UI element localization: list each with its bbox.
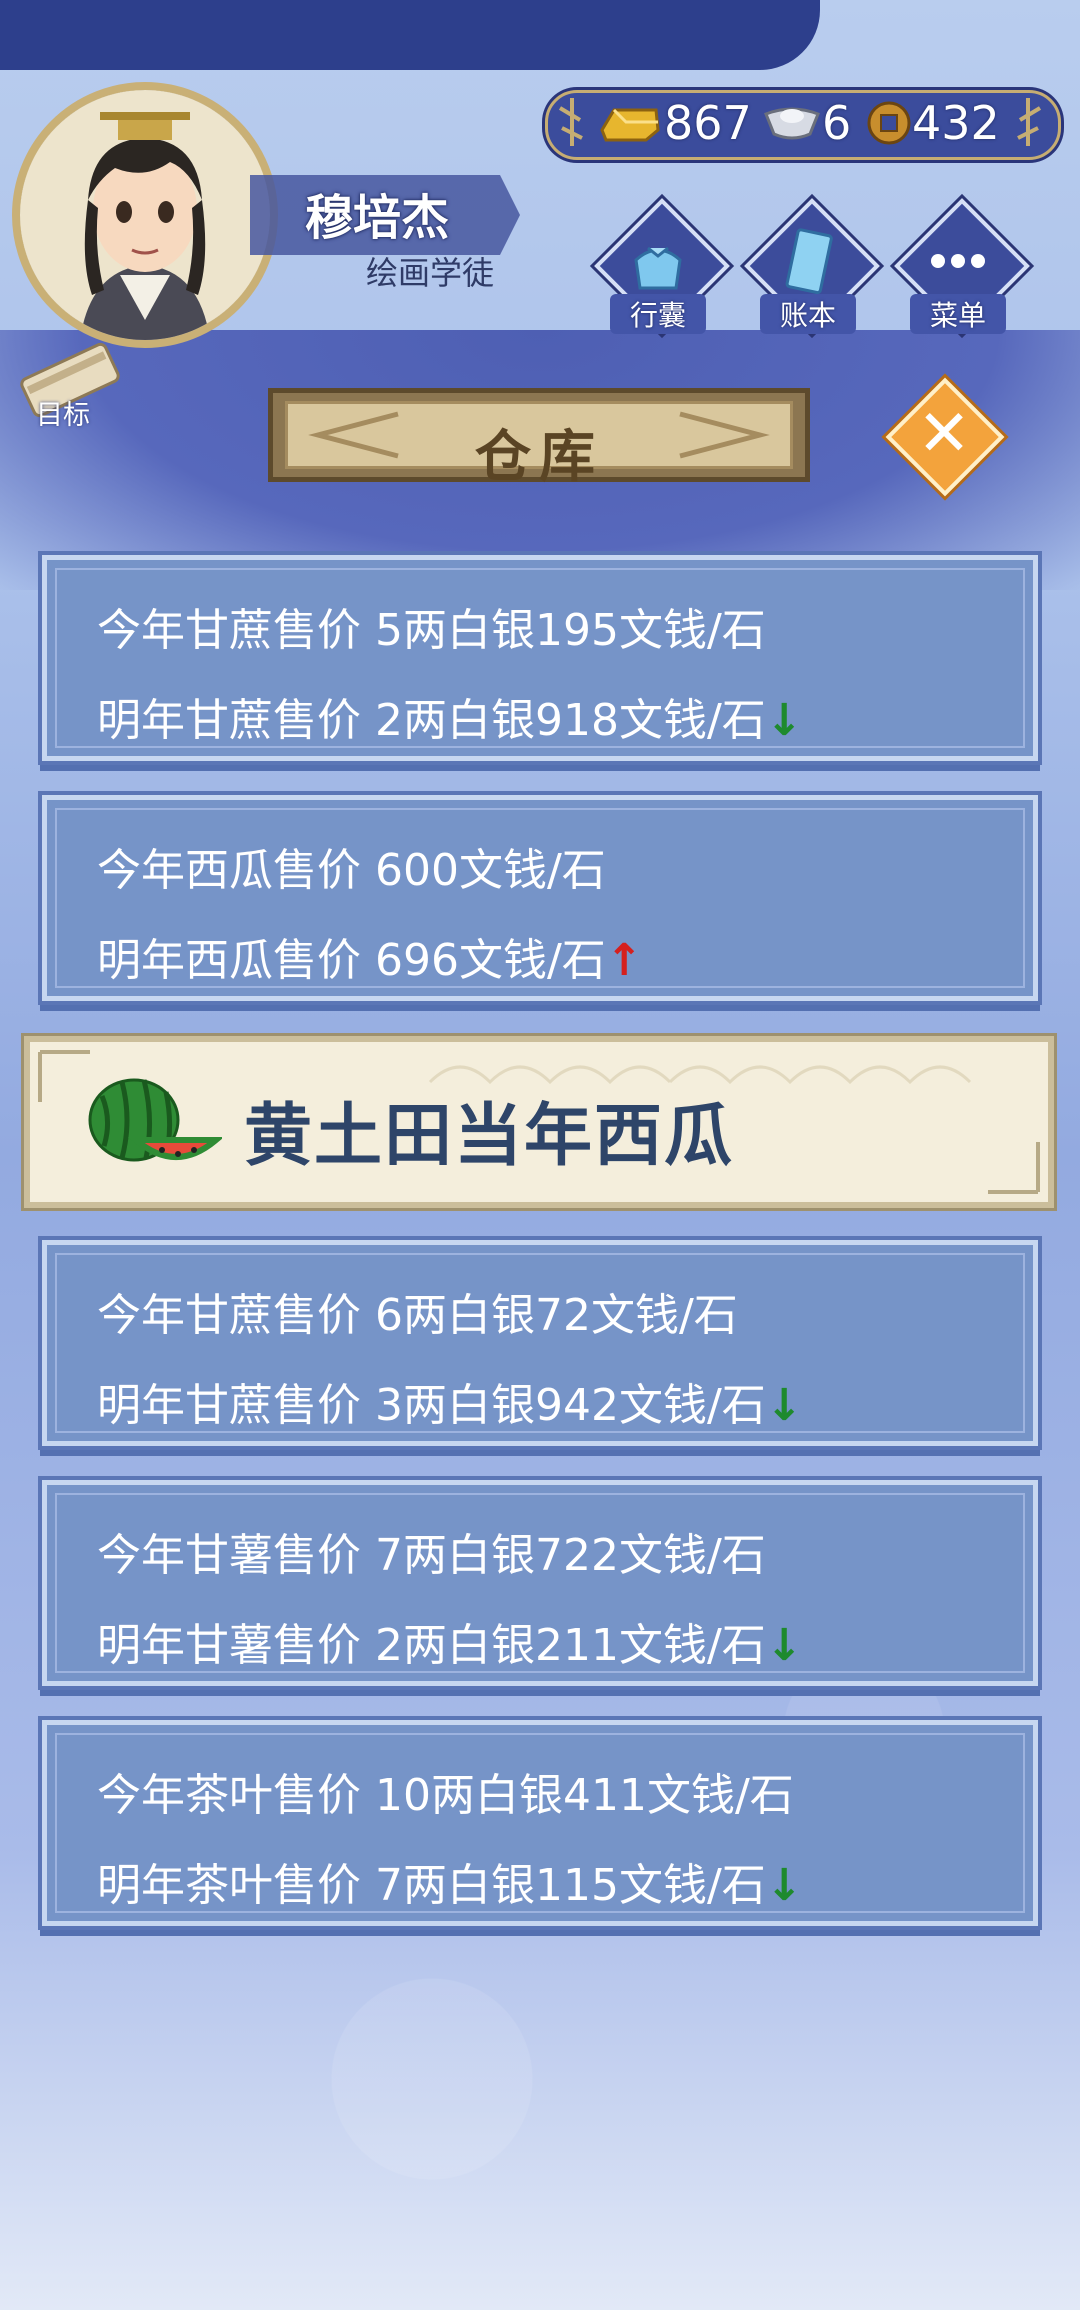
dialog-title: 仓库 [475, 425, 603, 490]
trend-up-icon: ↑ [605, 935, 643, 986]
price-next-year-row: 明年甘蔗售价 2两白银918文钱/石↓ [97, 684, 803, 748]
more-dots-icon [931, 254, 985, 268]
price-next-year: 明年甘薯售价 2两白银211文钱/石 [97, 1620, 766, 1671]
goal-label[interactable]: 目标 [36, 393, 90, 432]
price-next-year-row: 明年茶叶售价 7两白银115文钱/石↓ [97, 1849, 803, 1913]
price-this-year: 今年甘薯售价 7两白银722文钱/石 [97, 1530, 766, 1581]
dialog-title-plaque: 仓库 [268, 388, 810, 490]
trend-down-icon: ↓ [765, 1860, 803, 1911]
ledger-label: 账本 [760, 294, 856, 334]
bamboo-right-icon [1017, 98, 1042, 146]
ledger-book-icon [785, 228, 833, 295]
close-icon[interactable]: ✕ [912, 398, 976, 470]
gold-amount: 867 [664, 96, 752, 150]
bag-icon [634, 246, 682, 290]
main-menu-label: 菜单 [910, 294, 1006, 334]
trend-down-icon: ↓ [765, 1380, 803, 1431]
bag-button[interactable]: 行囊 [594, 198, 730, 334]
copper-coin-icon [867, 101, 911, 145]
main-menu-button[interactable]: 菜单 [894, 198, 1030, 334]
price-this-year: 今年西瓜售价 600文钱/石 [97, 845, 606, 896]
price-next-year: 明年甘蔗售价 3两白银942文钱/石 [97, 1380, 766, 1431]
price-this-year: 今年茶叶售价 10两白银411文钱/石 [97, 1770, 794, 1821]
top-banner-decoration [0, 0, 820, 70]
coin-amount: 432 [912, 96, 1000, 150]
bamboo-left-icon [558, 98, 583, 146]
ledger-button[interactable]: 账本 [744, 198, 880, 334]
silver-amount: 6 [822, 96, 852, 150]
avatar-portrait-icon [20, 90, 270, 340]
price-next-year-row: 明年甘蔗售价 3两白银942文钱/石↓ [97, 1369, 803, 1433]
watermelon-icon [88, 1078, 222, 1162]
player-name: 穆培杰 [305, 190, 450, 246]
trend-down-icon: ↓ [765, 695, 803, 746]
price-card: 今年甘蔗售价 6两白银72文钱/石 明年甘蔗售价 3两白银942文钱/石↓ [42, 1240, 1038, 1446]
price-next-year: 明年西瓜售价 696文钱/石 [97, 935, 606, 986]
price-next-year: 明年茶叶售价 7两白银115文钱/石 [97, 1860, 766, 1911]
player-title: 绘画学徒 [366, 254, 495, 292]
price-next-year-row: 明年甘薯售价 2两白银211文钱/石↓ [97, 1609, 803, 1673]
player-avatar[interactable] [12, 82, 278, 348]
trend-down-icon: ↓ [765, 1620, 803, 1671]
price-card: 今年甘蔗售价 5两白银195文钱/石 明年甘蔗售价 2两白银918文钱/石↓ [42, 555, 1038, 761]
price-card: 今年茶叶售价 10两白银411文钱/石 明年茶叶售价 7两白银115文钱/石↓ [42, 1720, 1038, 1926]
price-card: 今年甘薯售价 7两白银722文钱/石 明年甘薯售价 2两白银211文钱/石↓ [42, 1480, 1038, 1686]
silver-ingot-icon [764, 107, 820, 140]
price-card: 今年西瓜售价 600文钱/石 明年西瓜售价 696文钱/石↑ [42, 795, 1038, 1001]
price-next-year-row: 明年西瓜售价 696文钱/石↑ [97, 924, 643, 988]
price-this-year: 今年甘蔗售价 5两白银195文钱/石 [97, 605, 766, 656]
price-next-year: 明年甘蔗售价 2两白银918文钱/石 [97, 695, 766, 746]
dialog-title-inner: 仓库 [285, 401, 793, 490]
gold-ingot-icon [600, 108, 660, 142]
price-this-year: 今年甘蔗售价 6两白银72文钱/石 [97, 1290, 738, 1341]
bag-label: 行囊 [610, 294, 706, 334]
event-notice-text: 黄土田当年西瓜 [244, 1097, 735, 1176]
